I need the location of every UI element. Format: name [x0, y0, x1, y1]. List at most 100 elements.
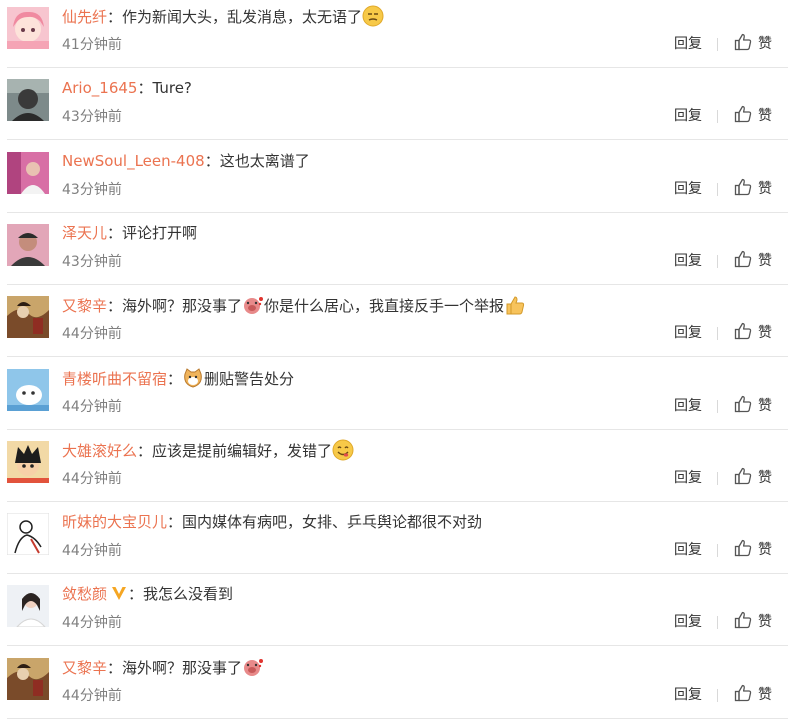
commenter-name[interactable]: 仙先纤	[62, 8, 107, 26]
commenter-name[interactable]: 泽天儿	[62, 224, 107, 242]
like-button[interactable]: 赞	[733, 178, 772, 200]
like-label: 赞	[758, 614, 772, 630]
comment-content: 敛愁颜 ：我怎么没看到	[62, 583, 233, 605]
reply-button[interactable]: 回复	[674, 323, 702, 343]
like-label: 赞	[758, 470, 772, 486]
action-separator	[717, 616, 718, 629]
comment-text: 作为新闻大头，乱发消息，太无语了	[122, 8, 363, 26]
thumbs-up-icon	[733, 177, 753, 201]
reply-button[interactable]: 回复	[674, 251, 702, 271]
action-separator	[717, 110, 718, 123]
avatar[interactable]	[7, 79, 49, 121]
like-label: 赞	[758, 253, 772, 269]
avatar[interactable]	[7, 296, 49, 338]
commenter-name[interactable]: 又黎辛	[62, 659, 107, 677]
comment-row: 又黎辛：海外啊？那没事了 44分钟前 回复赞	[0, 647, 800, 719]
like-label: 赞	[758, 108, 772, 124]
comment-text: 删贴警告处分	[204, 370, 295, 388]
comment-row: 昕妹的大宝贝儿：国内媒体有病吧，女排、乒乓舆论都很不对劲 44分钟前 回复 赞	[0, 502, 800, 574]
reply-button[interactable]: 回复	[674, 685, 702, 705]
comment-row: 仙先纤：作为新闻大头，乱发消息，太无语了 41分钟前 回复赞	[0, 0, 800, 68]
reply-button[interactable]: 回复	[674, 179, 702, 199]
row-divider	[7, 645, 788, 646]
name-colon: ：	[167, 513, 183, 531]
thumbs-up-icon	[733, 104, 753, 128]
thumbs-up-icon	[733, 683, 753, 707]
name-colon: ：	[107, 297, 123, 315]
avatar[interactable]	[7, 152, 49, 194]
comment-row: Ario_1645：Ture? 43分钟前 回复 赞	[0, 68, 800, 140]
comment-row: 敛愁颜 ：我怎么没看到 44分钟前 回复 赞	[0, 574, 800, 646]
row-divider	[7, 139, 788, 140]
avatar[interactable]	[7, 7, 49, 49]
thumbs-up-icon	[733, 249, 753, 273]
comment-timestamp: 44分钟前	[62, 543, 122, 559]
reply-button[interactable]: 回复	[674, 612, 702, 632]
like-button[interactable]: 赞	[733, 611, 772, 633]
like-button[interactable]: 赞	[733, 322, 772, 344]
thumbs-up-icon	[733, 610, 753, 634]
comment-timestamp: 41分钟前	[62, 37, 122, 53]
thumbs-up-icon	[733, 394, 753, 418]
comment-timestamp: 43分钟前	[62, 182, 122, 198]
like-label: 赞	[758, 687, 772, 703]
name-colon: ：	[128, 585, 144, 603]
comment-text: 评论打开啊	[122, 224, 198, 242]
like-button[interactable]: 赞	[733, 33, 772, 55]
reply-button[interactable]: 回复	[674, 468, 702, 488]
cat-emoji	[182, 368, 204, 388]
avatar[interactable]	[7, 369, 49, 411]
comment-text: 我怎么没看到	[143, 585, 234, 603]
action-separator	[717, 38, 718, 51]
yum-face-emoji	[332, 439, 354, 461]
commenter-name[interactable]: 又黎辛	[62, 297, 107, 315]
comment-content: 又黎辛：海外啊？那没事了 你是什么居心，我直接反手一个举报	[62, 294, 526, 317]
comment-content: 仙先纤：作为新闻大头，乱发消息，太无语了	[62, 5, 384, 28]
comment-text: 这也太离谱了	[219, 152, 310, 170]
commenter-name[interactable]: 大雄滚好么	[62, 442, 137, 460]
reply-button[interactable]: 回复	[674, 396, 702, 416]
comment-content: NewSoul_Leen-408：这也太离谱了	[62, 150, 310, 172]
comment-row: 又黎辛：海外啊？那没事了 你是什么居心，我直接反手一个举报 44分钟前 回复 赞	[0, 285, 800, 357]
avatar[interactable]	[7, 224, 49, 266]
comment-text: 海外啊？那没事了	[122, 297, 243, 315]
avatar[interactable]	[7, 513, 49, 555]
like-button[interactable]: 赞	[733, 395, 772, 417]
name-colon: ：	[204, 152, 220, 170]
row-divider	[7, 356, 788, 357]
action-separator	[717, 400, 718, 413]
like-button[interactable]: 赞	[733, 105, 772, 127]
vip-badge-icon	[107, 585, 128, 603]
avatar[interactable]	[7, 658, 49, 700]
pig-head-emoji	[242, 659, 264, 677]
avatar[interactable]	[7, 585, 49, 627]
thumbs-up-icon	[733, 32, 753, 56]
name-colon: ：	[107, 8, 123, 26]
commenter-name[interactable]: 昕妹的大宝贝儿	[62, 513, 167, 531]
like-label: 赞	[758, 398, 772, 414]
like-button[interactable]: 赞	[733, 684, 772, 706]
comment-text: 国内媒体有病吧，女排、乒乓舆论都很不对劲	[182, 513, 483, 531]
reply-button[interactable]: 回复	[674, 540, 702, 560]
like-button[interactable]: 赞	[733, 250, 772, 272]
like-button[interactable]: 赞	[733, 539, 772, 561]
commenter-name[interactable]: Ario_1645	[62, 79, 137, 97]
commenter-name[interactable]: 青楼听曲不留宿	[62, 370, 167, 388]
name-colon: ：	[107, 224, 123, 242]
reply-button[interactable]: 回复	[674, 106, 702, 126]
reply-button[interactable]: 回复	[674, 34, 702, 54]
action-separator	[717, 689, 718, 702]
comment-timestamp: 44分钟前	[62, 326, 122, 342]
commenter-name[interactable]: 敛愁颜	[62, 585, 107, 603]
comment-timestamp: 44分钟前	[62, 688, 122, 704]
action-separator	[717, 255, 718, 268]
like-button[interactable]: 赞	[733, 467, 772, 489]
comment-timestamp: 44分钟前	[62, 399, 122, 415]
thumbs-up-icon	[733, 466, 753, 490]
name-colon: ：	[167, 370, 183, 388]
name-colon: ：	[107, 659, 123, 677]
avatar[interactable]	[7, 441, 49, 483]
like-label: 赞	[758, 181, 772, 197]
commenter-name[interactable]: NewSoul_Leen-408	[62, 152, 205, 170]
comment-timestamp: 43分钟前	[62, 254, 122, 270]
